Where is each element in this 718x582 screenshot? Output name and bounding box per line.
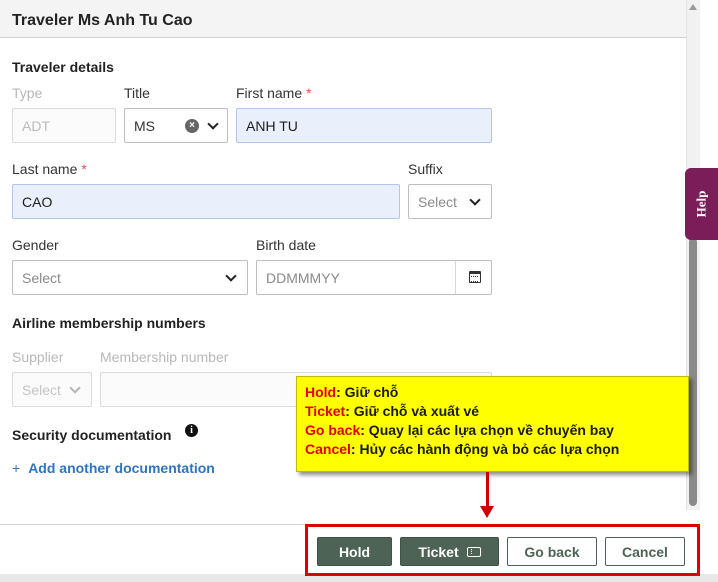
- calendar-icon[interactable]: [469, 271, 481, 283]
- plus-icon: +: [12, 460, 21, 476]
- page-title: Traveler Ms Anh Tu Cao: [12, 12, 193, 29]
- info-icon[interactable]: i: [185, 424, 198, 437]
- membership-number-label: Membership number: [100, 349, 229, 365]
- page-header: Traveler Ms Anh Tu Cao: [0, 0, 686, 38]
- help-label: Help: [693, 190, 709, 218]
- help-tab[interactable]: Help: [685, 168, 718, 240]
- security-heading: Security documentation: [12, 427, 172, 443]
- gender-label: Gender: [12, 237, 59, 253]
- suffix-label: Suffix: [408, 161, 443, 177]
- callout-line-ticket: Ticket: Giữ chỗ và xuất vé: [305, 403, 480, 419]
- ticket-icon: [466, 546, 481, 557]
- supplier-select: Select: [12, 372, 92, 407]
- title-label: Title: [124, 85, 150, 101]
- annotation-callout: Hold: Giữ chỗ Ticket: Giữ chỗ và xuất vé…: [296, 376, 689, 472]
- last-name-label: Last name *: [12, 161, 87, 177]
- title-select[interactable]: MS ×: [124, 108, 228, 143]
- scrollbar-thumb[interactable]: [689, 238, 697, 506]
- add-documentation-link[interactable]: + Add another documentation: [12, 460, 215, 476]
- callout-line-hold: Hold: Giữ chỗ: [305, 384, 399, 400]
- ticket-button[interactable]: Ticket: [400, 537, 499, 566]
- scroll-up-arrow-icon[interactable]: [689, 4, 697, 10]
- go-back-button[interactable]: Go back: [507, 537, 597, 566]
- birth-date-input[interactable]: DDMMMYY: [256, 260, 492, 295]
- first-name-label: First name *: [236, 85, 312, 101]
- clear-icon[interactable]: ×: [185, 119, 199, 133]
- annotation-arrow-line: [486, 472, 489, 510]
- membership-heading: Airline membership numbers: [12, 315, 206, 331]
- date-divider: [455, 261, 456, 294]
- gender-select[interactable]: Select: [12, 260, 248, 295]
- callout-line-go-back: Go back: Quay lại các lựa chọn về chuyến…: [305, 422, 614, 438]
- type-field: ADT: [12, 108, 116, 143]
- hold-button[interactable]: Hold: [317, 537, 392, 566]
- traveler-details-heading: Traveler details: [12, 59, 114, 75]
- suffix-select[interactable]: Select: [408, 184, 492, 219]
- type-label: Type: [12, 85, 43, 101]
- cancel-button[interactable]: Cancel: [605, 537, 685, 566]
- birth-date-label: Birth date: [256, 237, 316, 253]
- supplier-label: Supplier: [12, 349, 64, 365]
- callout-line-cancel: Cancel: Hủy các hành động và bỏ các lựa …: [305, 441, 620, 457]
- first-name-input[interactable]: ANH TU: [236, 108, 492, 143]
- annotation-arrow-head-icon: [480, 506, 494, 518]
- last-name-input[interactable]: CAO: [12, 184, 400, 219]
